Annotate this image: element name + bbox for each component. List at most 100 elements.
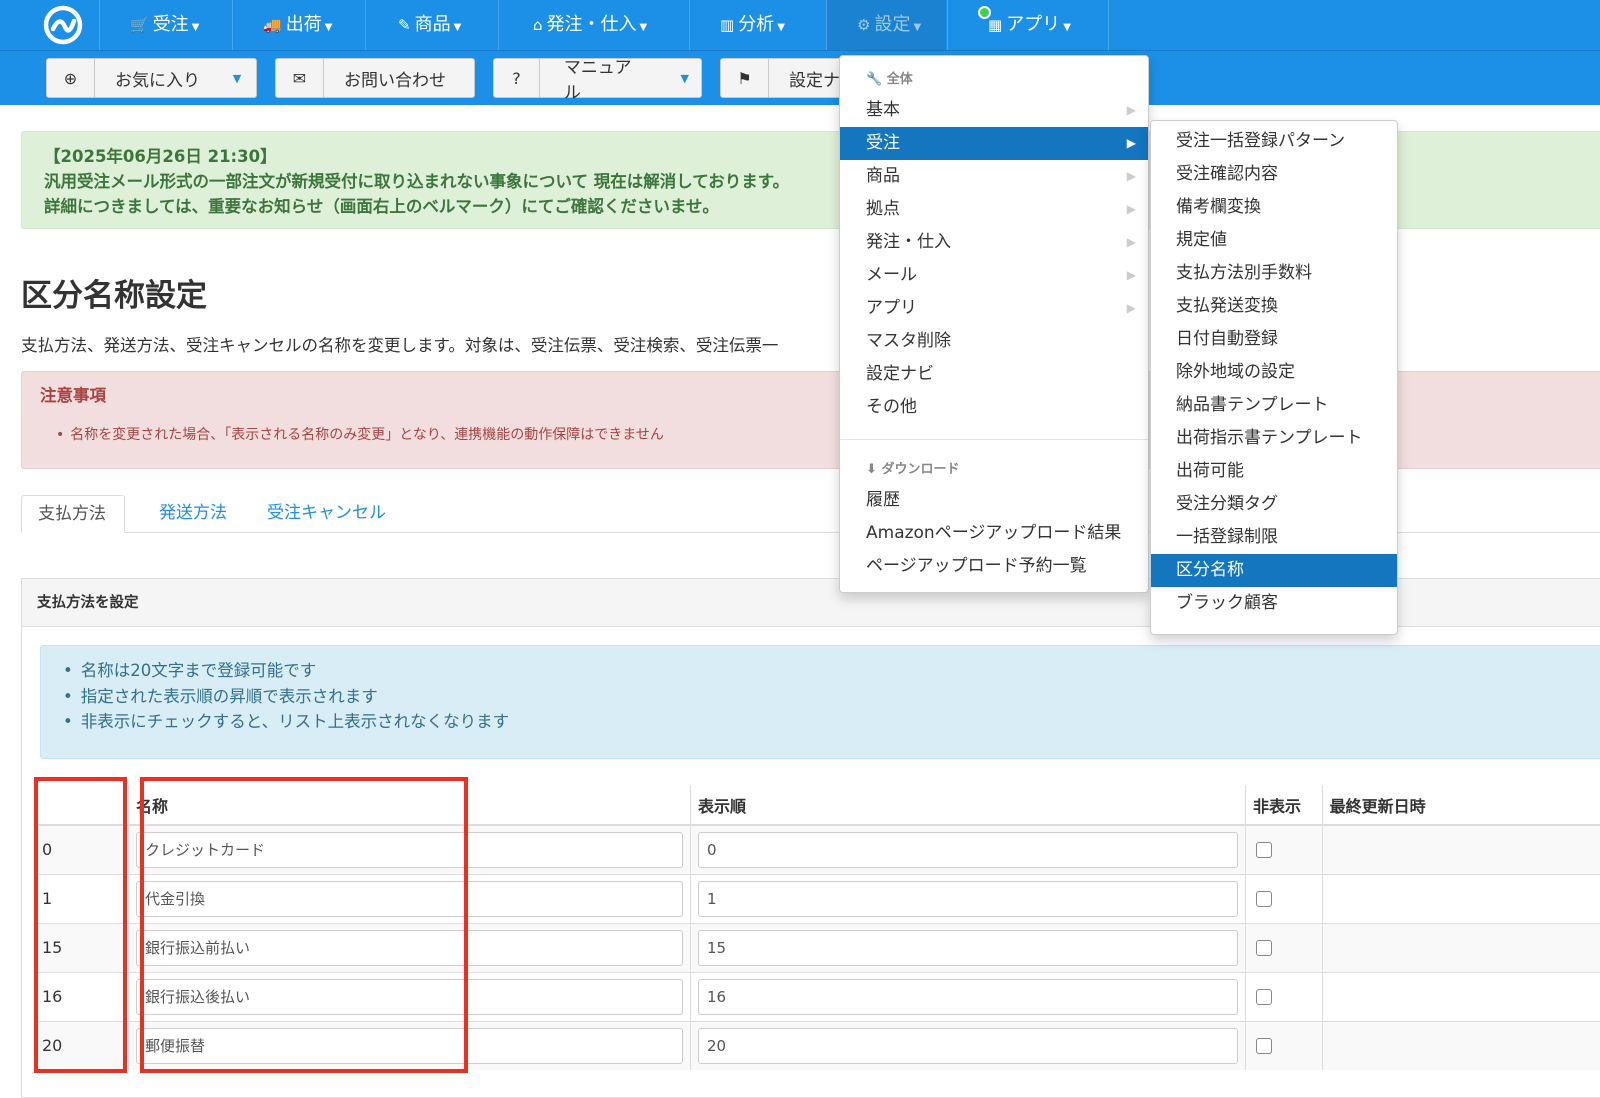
hidden-checkbox[interactable] [1255,988,1272,1005]
top-nav: 🛒 受注 ▼ 🚚 出荷 ▼ ✎ 商品 ▼ ⌂ 発注・仕入 ▼ ▥ 分析 ▼ ⚙ 設定 ▼ ▦ アプリ ▼ [0,0,1600,51]
info-item: 名称は20文字まで登録可能です [77,658,1600,684]
hidden-checkbox[interactable] [1255,939,1272,956]
hidden-checkbox[interactable] [1255,841,1272,858]
caret-down-icon: ▼ [777,22,785,33]
inbox-icon: ⌂ [533,16,543,34]
submenu-item[interactable]: 備考欄変換 [1151,191,1397,224]
highlight-name-column [140,777,468,1073]
chevron-right-icon: ▶ [1126,202,1136,216]
caret-down-icon: ▼ [639,22,648,33]
page-title: 区分名称設定 [21,278,207,314]
submenu-item[interactable]: ブラック顧客 [1151,587,1397,620]
chevron-right-icon: ▶ [1126,136,1136,150]
submenu-item-selected[interactable]: 区分名称 [1151,554,1397,587]
caret-down-icon[interactable]: ▼ [669,59,701,97]
order-input[interactable]: 16 [697,978,1238,1015]
nav-analysis[interactable]: ▥ 分析 ▼ [689,0,825,50]
pencil-icon: ✎ [398,16,411,34]
info-item: 指定された表示順の昇順で表示されます [77,684,1600,710]
sub-toolbar: ⊕ お気に入り ▼ ✉ お問い合わせ ? マニュアル ▼ ⚑ 設定ナ [0,51,1600,105]
grid-icon: ▦ [988,16,1003,34]
menu-item-mail[interactable]: メール ▶ [840,259,1148,292]
caret-down-icon[interactable]: ▼ [220,59,254,97]
cart-icon: 🛒 [130,16,149,34]
status-dot-icon [978,6,991,19]
submenu-item[interactable]: 支払方法別手数料 [1151,257,1397,290]
nav-shipping[interactable]: 🚚 出荷 ▼ [232,0,364,50]
menu-section-download: ⬇ ダウンロード [866,462,960,477]
order-input[interactable]: 15 [697,929,1238,966]
favorites-button[interactable]: ⊕ お気に入り ▼ [46,58,257,98]
logo-icon[interactable] [38,3,88,47]
question-circle-icon: ? [494,59,540,97]
caret-down-icon: ▼ [191,22,200,33]
caret-down-icon: ▼ [913,22,922,33]
submenu-item[interactable]: 支払発送変換 [1151,290,1397,323]
menu-item-apps[interactable]: アプリ ▶ [840,292,1148,325]
updated-at-cell [1321,824,1600,874]
column-header-order: 表示順 [689,785,1246,826]
tab-payment-method[interactable]: 支払方法 [21,495,125,533]
submenu-item[interactable]: 出荷指示書テンプレート [1151,422,1397,455]
chevron-right-icon: ▶ [1126,103,1136,117]
menu-item-amazon-upload-result[interactable]: Amazonページアップロード結果 [840,517,1148,550]
column-header-hidden: 非表示 [1244,785,1323,826]
updated-at-cell [1321,873,1600,923]
menu-item-history[interactable]: 履歴 [840,484,1148,517]
caret-down-icon: ▼ [1063,22,1071,33]
nav-products[interactable]: ✎ 商品 ▼ [365,0,497,50]
info-item: 非表示にチェックすると、リスト上表示されなくなります [77,709,1600,735]
submenu-item[interactable]: 除外地域の設定 [1151,356,1397,389]
updated-at-cell [1321,971,1600,1021]
submenu-item[interactable]: 納品書テンプレート [1151,389,1397,422]
order-input[interactable]: 1 [697,880,1238,917]
nav-settings[interactable]: ⚙ 設定 ▼ [826,0,946,50]
menu-divider [840,439,1148,440]
menu-item-basic[interactable]: 基本 ▶ [840,94,1148,127]
envelope-icon: ✉ [276,59,324,97]
wrench-icon: 🔧 [866,72,883,87]
download-icon: ⬇ [866,462,877,477]
submenu-item[interactable]: 受注分類タグ [1151,488,1397,521]
updated-at-cell [1321,1020,1600,1070]
nav-order[interactable]: 🛒 受注 ▼ [99,0,231,50]
plus-circle-icon: ⊕ [47,59,95,97]
highlight-id-column [34,777,127,1073]
menu-item-master-delete[interactable]: マスタ削除 [840,325,1148,358]
submenu-item[interactable]: 日付自動登録 [1151,323,1397,356]
nav-divider [1108,0,1109,50]
updated-at-cell [1321,922,1600,972]
hidden-checkbox[interactable] [1255,1037,1272,1054]
caret-down-icon: ▼ [453,22,462,33]
menu-item-settings-navi[interactable]: 設定ナビ [840,358,1148,391]
submenu-item[interactable]: 一括登録制限 [1151,521,1397,554]
order-input[interactable]: 0 [697,831,1238,868]
manual-button[interactable]: ? マニュアル ▼ [493,58,702,103]
nav-purchasing[interactable]: ⌂ 発注・仕入 ▼ [498,0,688,50]
menu-section-all: 🔧 全体 [866,72,913,87]
menu-item-other[interactable]: その他 [840,391,1148,424]
info-box: 名称は20文字まで登録可能です 指定された表示順の昇順で表示されます 非表示にチ… [40,645,1600,759]
submenu-item[interactable]: 出荷可能 [1151,455,1397,488]
nav-apps[interactable]: ▦ アプリ ▼ [947,0,1107,50]
submenu-item[interactable]: 規定値 [1151,224,1397,257]
truck-icon: 🚚 [263,16,282,34]
flag-icon: ⚑ [721,59,769,97]
column-header-updated: 最終更新日時 [1321,785,1600,826]
menu-item-products[interactable]: 商品 ▶ [840,160,1148,193]
tab-shipping-method[interactable]: 発送方法 [143,495,243,533]
submenu-item[interactable]: 受注確認内容 [1151,158,1397,191]
contact-button[interactable]: ✉ お問い合わせ [275,58,475,98]
chevron-right-icon: ▶ [1126,301,1136,315]
menu-item-upload-schedule[interactable]: ページアップロード予約一覧 [840,550,1148,583]
order-input[interactable]: 20 [697,1027,1238,1064]
menu-item-order[interactable]: 受注 ▶ [840,127,1148,160]
menu-item-purchasing[interactable]: 発注・仕入 ▶ [840,226,1148,259]
gear-icon: ⚙ [857,16,871,34]
hidden-checkbox[interactable] [1255,890,1272,907]
submenu-item[interactable]: 受注一括登録パターン [1151,125,1397,158]
tab-order-cancel[interactable]: 受注キャンセル [251,495,402,533]
order-settings-submenu: 受注一括登録パターン 受注確認内容 備考欄変換 規定値 支払方法別手数料 支払発… [1150,120,1398,635]
menu-item-locations[interactable]: 拠点 ▶ [840,193,1148,226]
chevron-right-icon: ▶ [1126,235,1136,249]
